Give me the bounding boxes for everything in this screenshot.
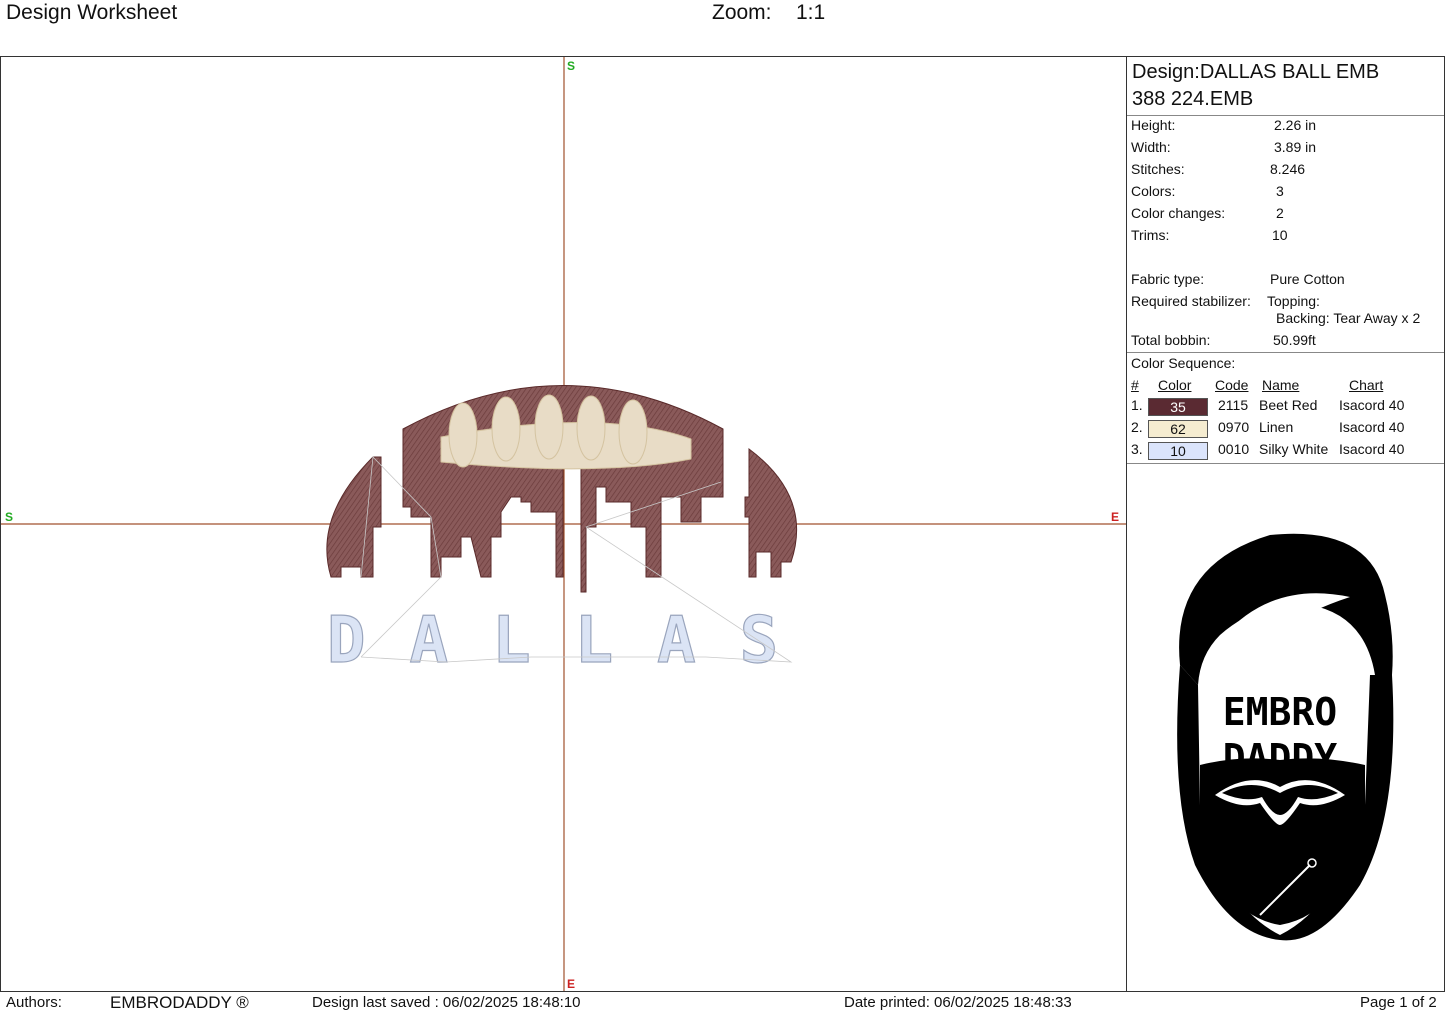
right-marker: E (1111, 510, 1120, 524)
colors-label: Colors: (1131, 183, 1176, 199)
stitches-label: Stitches: (1131, 161, 1185, 177)
football-right-tip (744, 447, 798, 578)
col-chart-header: Chart (1349, 377, 1384, 393)
divider (1127, 352, 1444, 353)
stitches-value: 8.246 (1270, 161, 1306, 177)
fabric-label: Fabric type: (1131, 271, 1205, 287)
color-swatch: 62 (1148, 420, 1208, 438)
football-left-tip (326, 456, 382, 578)
topping-value: Topping: (1267, 293, 1320, 309)
col-name-header: Name (1262, 377, 1300, 393)
color-swatch: 35 (1148, 398, 1208, 416)
fabric-value: Pure Cotton (1270, 271, 1345, 287)
design-file-name: 388 224.EMB (1132, 88, 1254, 110)
stabilizer-label: Required stabilizer: (1131, 293, 1251, 309)
bottom-marker: E (567, 977, 576, 991)
col-color-header: Color (1158, 377, 1192, 393)
col-code-header: Code (1215, 377, 1249, 393)
dallas-lettering: DALLAS (326, 603, 822, 678)
color-name: Linen (1259, 419, 1294, 435)
zoom-label: Zoom: (712, 1, 772, 24)
color-sequence-title: Color Sequence: (1131, 355, 1236, 371)
design-preview: DALLAS (1, 57, 1126, 991)
width-label: Width: (1131, 139, 1171, 155)
page-title: Design Worksheet (6, 1, 178, 24)
design-name-line1: Design:DALLAS BALL EMB (1132, 61, 1380, 83)
height-label: Height: (1131, 117, 1176, 133)
worksheet-footer: Authors: EMBRODADDY ® Design last saved … (0, 992, 1445, 1016)
page-number: Page 1 of 2 (1360, 994, 1437, 1011)
color-chart: Isacord 40 (1339, 441, 1405, 457)
bobbin-value: 50.99ft (1273, 332, 1316, 348)
left-marker: S (5, 510, 14, 524)
color-code: 0010 (1218, 441, 1250, 457)
authors-value: EMBRODADDY ® (110, 993, 249, 1012)
width-value: 3.89 in (1274, 139, 1317, 155)
svg-text:EMBRO: EMBRO (1223, 690, 1337, 734)
football-top (402, 385, 724, 593)
color-changes-label: Color changes: (1131, 205, 1226, 221)
color-swatch: 10 (1148, 442, 1208, 460)
color-code: 2115 (1218, 397, 1249, 413)
worksheet-header: Design Worksheet Zoom: 1:1 (0, 0, 1445, 56)
colors-value: 3 (1276, 183, 1284, 199)
svg-text:DADDY: DADDY (1223, 736, 1338, 780)
last-saved: Design last saved : 06/02/2025 18:48:10 (312, 994, 581, 1011)
top-marker: S (567, 59, 576, 73)
svg-text:DALLAS: DALLAS (327, 604, 822, 678)
color-row-number: 1. (1131, 397, 1143, 413)
color-chart: Isacord 40 (1339, 419, 1405, 435)
color-code: 0970 (1218, 419, 1250, 435)
divider (1127, 463, 1444, 464)
bobbin-label: Total bobbin: (1131, 332, 1211, 348)
color-changes-value: 2 (1276, 205, 1284, 221)
color-name: Silky White (1259, 441, 1329, 457)
date-printed: Date printed: 06/02/2025 18:48:33 (844, 994, 1072, 1011)
height-value: 2.26 in (1274, 117, 1317, 133)
design-canvas[interactable]: DALLAS S S E E (0, 56, 1126, 992)
brand-logo: EMBRO DADDY (1160, 525, 1400, 945)
backing-value: Backing: Tear Away x 2 (1276, 310, 1421, 326)
zoom-value: 1:1 (796, 1, 826, 24)
authors-label: Authors: (6, 994, 62, 1011)
divider (1127, 115, 1444, 116)
color-chart: Isacord 40 (1339, 397, 1405, 413)
design-name: Design:DALLAS BALL EMB 388 224.EMB (1132, 59, 1379, 113)
color-row-number: 2. (1131, 419, 1143, 435)
trims-label: Trims: (1131, 227, 1170, 243)
trims-value: 10 (1272, 227, 1288, 243)
bearded-man-logo: EMBRO DADDY (1177, 533, 1394, 941)
color-row-number: 3. (1131, 441, 1143, 457)
color-name: Beet Red (1259, 397, 1318, 413)
col-num-header: # (1131, 377, 1139, 393)
